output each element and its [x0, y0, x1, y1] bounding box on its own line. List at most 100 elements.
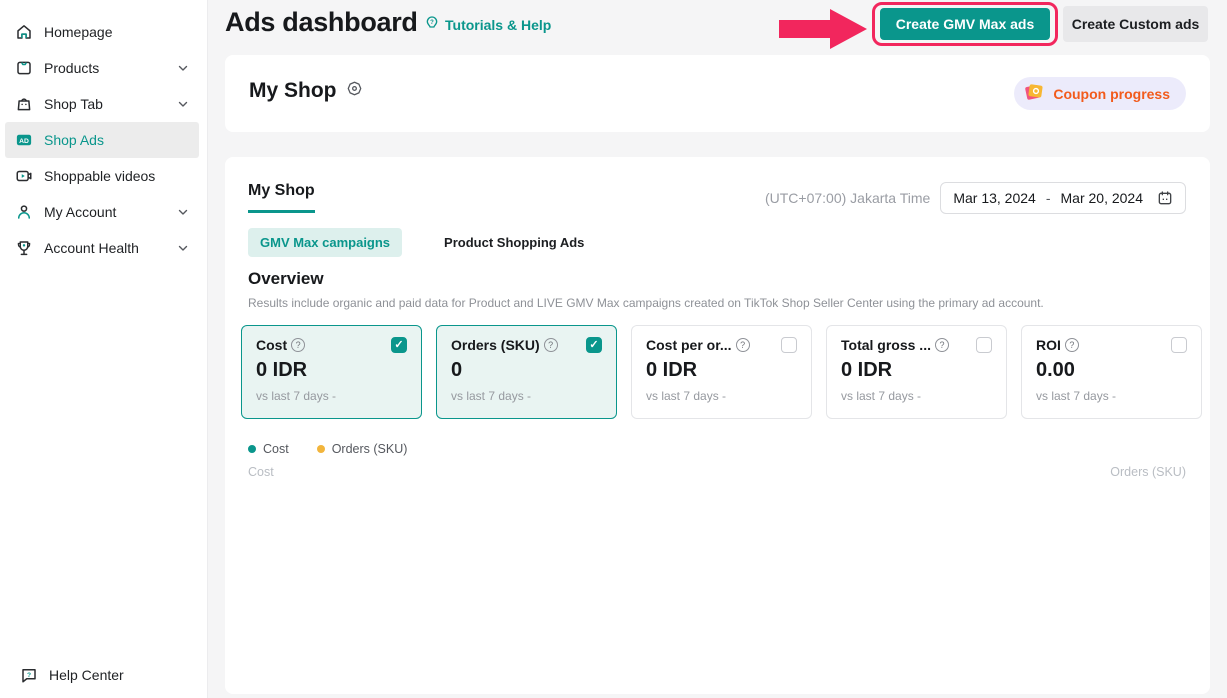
sidebar-item[interactable]: My Account	[5, 194, 199, 230]
home-icon	[14, 22, 34, 42]
metric-comparison: vs last 7 days -	[451, 389, 602, 403]
help-circle-icon[interactable]: ?	[736, 338, 750, 352]
campaign-tab-label: Product Shopping Ads	[444, 235, 584, 250]
create-custom-ads-button[interactable]: Create Custom ads	[1063, 6, 1208, 42]
legend-dot-icon	[317, 445, 325, 453]
gear-icon[interactable]	[346, 79, 363, 103]
sidebar-item[interactable]: Shoppable videos	[5, 158, 199, 194]
chevron-down-icon	[177, 62, 189, 74]
help-circle-icon[interactable]: ?	[544, 338, 558, 352]
sidebar-item[interactable]: Shop Tab	[5, 86, 199, 122]
metric-comparison: vs last 7 days -	[646, 389, 797, 403]
legend-item[interactable]: Cost	[248, 442, 289, 456]
overview-description: Results include organic and paid data fo…	[248, 296, 1044, 310]
legend-dot-icon	[248, 445, 256, 453]
chart-legend: Cost Orders (SKU)	[248, 442, 407, 456]
metric-label: ROI	[1036, 337, 1061, 353]
metric-card[interactable]: Orders (SKU) ? 0 vs last 7 days -	[436, 325, 617, 419]
metric-value: 0 IDR	[646, 359, 797, 382]
metric-label: Cost per or...	[646, 337, 732, 353]
metric-label: Total gross ...	[841, 337, 931, 353]
metric-checkbox[interactable]	[976, 337, 992, 353]
ads-dashboard-page: Homepage Products Shop Tab	[0, 0, 1227, 698]
campaign-tab[interactable]: Product Shopping Ads	[432, 228, 596, 257]
campaign-tabs: GMV Max campaigns Product Shopping Ads	[248, 228, 596, 257]
metric-value: 0 IDR	[256, 359, 407, 382]
page-title: Ads dashboard	[225, 7, 418, 38]
metric-card[interactable]: Total gross ... ? 0 IDR vs last 7 days -	[826, 325, 1007, 419]
date-start: Mar 13, 2024	[953, 190, 1036, 206]
svg-text:?: ?	[430, 20, 434, 26]
metrics-row: Cost ? 0 IDR vs last 7 days - Orders (SK…	[241, 325, 1202, 419]
sidebar-item-label: Homepage	[44, 24, 113, 40]
chevron-down-icon	[177, 242, 189, 254]
overview-title: Overview	[248, 269, 324, 289]
sidebar-nav: Homepage Products Shop Tab	[0, 0, 207, 266]
coupon-progress-badge[interactable]: Coupon progress	[1014, 77, 1186, 110]
sidebar-item[interactable]: Account Health	[5, 230, 199, 266]
metric-comparison: vs last 7 days -	[256, 389, 407, 403]
legend-label: Cost	[263, 442, 289, 456]
sidebar-item-label: Products	[44, 60, 99, 76]
help-circle-icon[interactable]: ?	[291, 338, 305, 352]
help-bubble-icon: ?	[19, 665, 39, 685]
sidebar-item-label: Help Center	[49, 667, 124, 683]
dashboard-card: My Shop (UTC+07:00) Jakarta Time Mar 13,…	[225, 157, 1210, 694]
metric-checkbox[interactable]	[391, 337, 407, 353]
calendar-icon	[1157, 190, 1173, 206]
legend-item[interactable]: Orders (SKU)	[317, 442, 408, 456]
sidebar-item-label: My Account	[44, 204, 116, 220]
shoppable-videos-icon	[14, 166, 34, 186]
tab-my-shop[interactable]: My Shop	[248, 182, 315, 213]
left-axis-label: Cost	[248, 465, 274, 479]
svg-text:AD: AD	[19, 138, 29, 145]
products-icon	[14, 58, 34, 78]
right-axis-label: Orders (SKU)	[1110, 465, 1186, 479]
metric-card[interactable]: Cost ? 0 IDR vs last 7 days -	[241, 325, 422, 419]
tutorials-help-link[interactable]: ? Tutorials & Help	[424, 15, 551, 34]
metric-comparison: vs last 7 days -	[841, 389, 992, 403]
coupon-icon	[1022, 80, 1046, 107]
account-health-icon	[14, 238, 34, 258]
metric-label: Cost	[256, 337, 287, 353]
sidebar: Homepage Products Shop Tab	[0, 0, 208, 698]
shop-name: My Shop	[249, 79, 337, 103]
sidebar-item-label: Shoppable videos	[44, 168, 155, 184]
sidebar-item-label: Shop Ads	[44, 132, 104, 148]
metric-checkbox[interactable]	[1171, 337, 1187, 353]
tutorials-help-label: Tutorials & Help	[445, 17, 551, 33]
sidebar-item[interactable]: Products	[5, 50, 199, 86]
campaign-tab[interactable]: GMV Max campaigns	[248, 228, 402, 257]
metric-value: 0.00	[1036, 359, 1187, 382]
metric-checkbox[interactable]	[586, 337, 602, 353]
svg-text:?: ?	[27, 672, 31, 679]
sidebar-item-label: Shop Tab	[44, 96, 103, 112]
legend-label: Orders (SKU)	[332, 442, 408, 456]
create-gmv-max-ads-button[interactable]: Create GMV Max ads	[880, 8, 1050, 40]
metric-checkbox[interactable]	[781, 337, 797, 353]
metric-label: Orders (SKU)	[451, 337, 540, 353]
campaign-tab-label: GMV Max campaigns	[260, 235, 390, 250]
date-separator: -	[1046, 190, 1051, 206]
metric-card[interactable]: ROI ? 0.00 vs last 7 days -	[1021, 325, 1202, 419]
date-end: Mar 20, 2024	[1061, 190, 1144, 206]
metric-value: 0 IDR	[841, 359, 992, 382]
my-shop-card: My Shop Coupon progress	[225, 55, 1210, 132]
metric-comparison: vs last 7 days -	[1036, 389, 1187, 403]
lightbulb-icon: ?	[424, 15, 440, 34]
sidebar-item-help-center[interactable]: ? Help Center	[10, 657, 192, 693]
metric-card[interactable]: Cost per or... ? 0 IDR vs last 7 days -	[631, 325, 812, 419]
shop-tab-icon	[14, 94, 34, 114]
metric-value: 0	[451, 359, 602, 382]
shop-ads-icon: AD	[14, 130, 34, 150]
chevron-down-icon	[177, 98, 189, 110]
sidebar-item[interactable]: Homepage	[5, 14, 199, 50]
sidebar-item-label: Account Health	[44, 240, 139, 256]
chart-plot-area	[248, 487, 1186, 672]
sidebar-item[interactable]: AD Shop Ads	[5, 122, 199, 158]
date-range-picker[interactable]: Mar 13, 2024 - Mar 20, 2024	[940, 182, 1186, 214]
help-circle-icon[interactable]: ?	[1065, 338, 1079, 352]
help-circle-icon[interactable]: ?	[935, 338, 949, 352]
chevron-down-icon	[177, 206, 189, 218]
promo-arrow-annotation	[779, 7, 868, 51]
